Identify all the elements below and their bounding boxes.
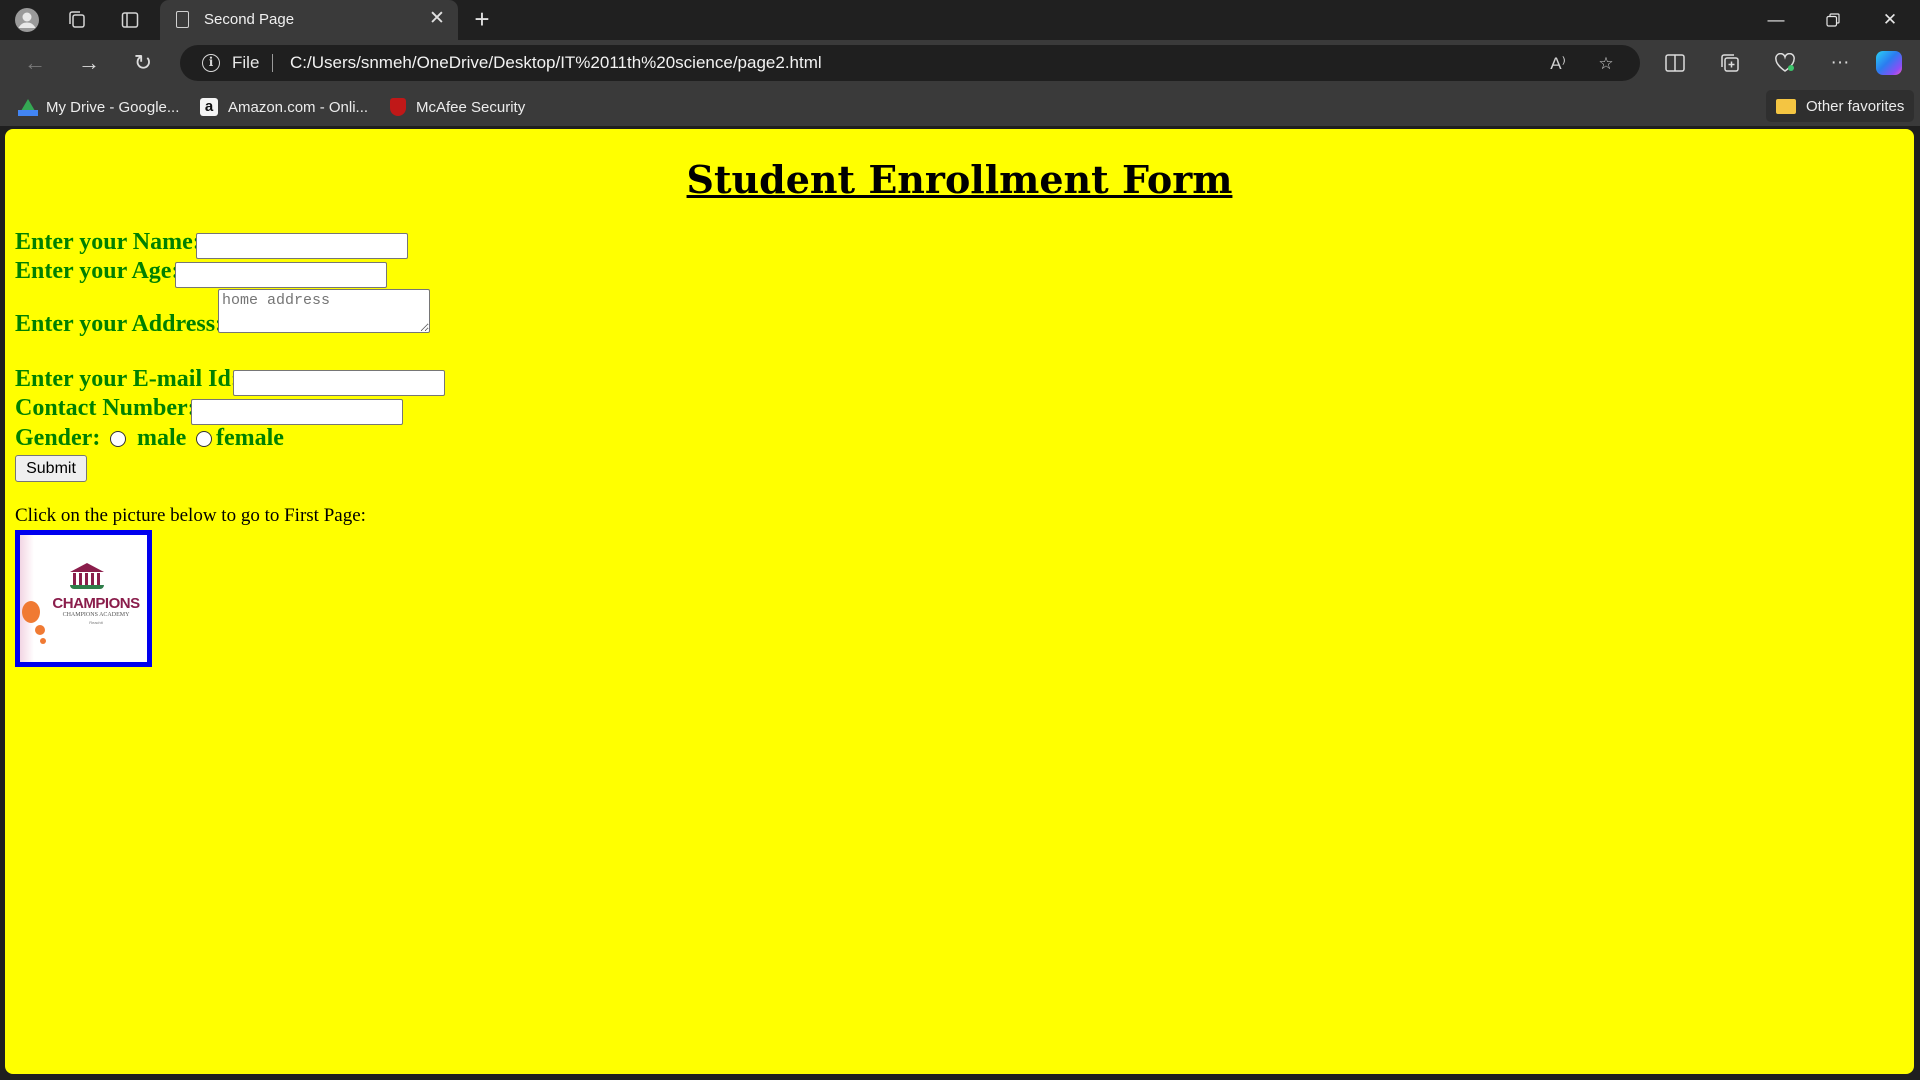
back-icon[interactable]: ← xyxy=(20,48,50,78)
workspaces-icon[interactable] xyxy=(63,6,91,34)
tab-second-page[interactable]: Second Page ✕ xyxy=(160,0,458,40)
browser-tab-bar: Second Page ✕ + — ✕ xyxy=(0,0,1920,40)
forward-icon[interactable]: → xyxy=(74,48,104,78)
address-bar[interactable]: i File C:/Users/snmeh/OneDrive/Desktop/I… xyxy=(180,45,1640,81)
gender-female-label: female xyxy=(216,425,284,451)
collections-icon[interactable] xyxy=(1715,48,1745,78)
tab-title: Second Page xyxy=(204,11,295,28)
favorite-label: McAfee Security xyxy=(416,98,526,116)
email-input[interactable] xyxy=(233,370,445,396)
logo-dot xyxy=(22,601,40,623)
gender-male-label: male xyxy=(137,425,187,451)
page-viewport: Student Enrollment Form Enter your Name:… xyxy=(5,129,1914,1074)
mcafee-icon xyxy=(390,98,406,116)
gender-female-radio[interactable] xyxy=(196,431,212,447)
url-text[interactable]: C:/Users/snmeh/OneDrive/Desktop/IT%2011t… xyxy=(290,53,822,73)
address-separator xyxy=(272,54,273,72)
name-input[interactable] xyxy=(196,233,408,259)
refresh-icon[interactable]: ↻ xyxy=(128,48,158,78)
copilot-icon[interactable] xyxy=(1876,51,1902,75)
age-input[interactable] xyxy=(175,262,387,288)
browser-essentials-icon[interactable] xyxy=(1770,48,1800,78)
amazon-icon: a xyxy=(200,98,218,116)
favorite-amazon[interactable]: a Amazon.com - Onli... xyxy=(200,96,368,118)
document-icon xyxy=(176,11,189,28)
gender-label: Gender: xyxy=(15,425,101,451)
first-page-hint: Click on the picture below to go to Firs… xyxy=(15,505,366,526)
logo-stripe xyxy=(20,535,34,662)
new-tab-icon[interactable]: + xyxy=(468,6,496,34)
logo-name: CHAMPIONS xyxy=(52,595,140,612)
profile-icon[interactable] xyxy=(13,6,41,34)
favorite-mcafee[interactable]: McAfee Security xyxy=(390,96,525,118)
name-label: Enter your Name: xyxy=(15,229,201,255)
split-screen-icon[interactable] xyxy=(1660,48,1690,78)
address-textarea[interactable] xyxy=(218,289,430,333)
favorites-bar: My Drive - Google... a Amazon.com - Onli… xyxy=(0,86,1920,126)
logo-dot xyxy=(40,638,46,644)
age-label: Enter your Age: xyxy=(15,258,180,284)
address-label: Enter your Address: xyxy=(15,311,224,337)
read-aloud-icon[interactable]: A⁾ xyxy=(1546,52,1570,76)
close-tab-icon[interactable]: ✕ xyxy=(426,8,448,30)
logo-dot xyxy=(35,625,45,635)
favorite-my-drive[interactable]: My Drive - Google... xyxy=(18,96,179,118)
browser-toolbar: ← → ↻ i File C:/Users/snmeh/OneDrive/Des… xyxy=(0,40,1920,86)
favorite-label: Amazon.com - Onli... xyxy=(228,98,369,116)
other-favorites-button[interactable]: Other favorites xyxy=(1766,90,1914,122)
email-label: Enter your E-mail Id: xyxy=(15,366,239,392)
url-scheme: File xyxy=(232,53,260,72)
logo-subtitle: CHAMPIONS ACADEMY xyxy=(62,612,130,618)
google-drive-icon xyxy=(18,98,38,116)
favorite-star-icon[interactable]: ☆ xyxy=(1594,52,1618,76)
page-title: Student Enrollment Form xyxy=(686,157,1233,202)
site-info-icon[interactable]: i xyxy=(202,54,220,72)
close-window-icon[interactable]: ✕ xyxy=(1862,0,1918,40)
academy-building-icon xyxy=(70,563,104,589)
more-options-icon[interactable]: ··· xyxy=(1825,48,1855,78)
first-page-image-link[interactable]: CHAMPIONS CHAMPIONS ACADEMY Reachit xyxy=(15,530,152,667)
favorite-label: My Drive - Google... xyxy=(46,98,180,116)
restore-icon[interactable] xyxy=(1805,0,1861,40)
submit-button[interactable]: Submit xyxy=(15,455,87,482)
minimize-icon[interactable]: — xyxy=(1748,0,1804,40)
other-favorites-label: Other favorites xyxy=(1806,97,1905,115)
contact-label: Contact Number: xyxy=(15,395,196,421)
folder-icon xyxy=(1776,98,1796,114)
gender-male-radio[interactable] xyxy=(110,431,126,447)
window-bottom-edge xyxy=(0,1074,1920,1080)
vertical-tabs-icon[interactable] xyxy=(116,6,144,34)
contact-input[interactable] xyxy=(191,399,403,425)
logo-tagline: Reachit xyxy=(89,620,103,625)
